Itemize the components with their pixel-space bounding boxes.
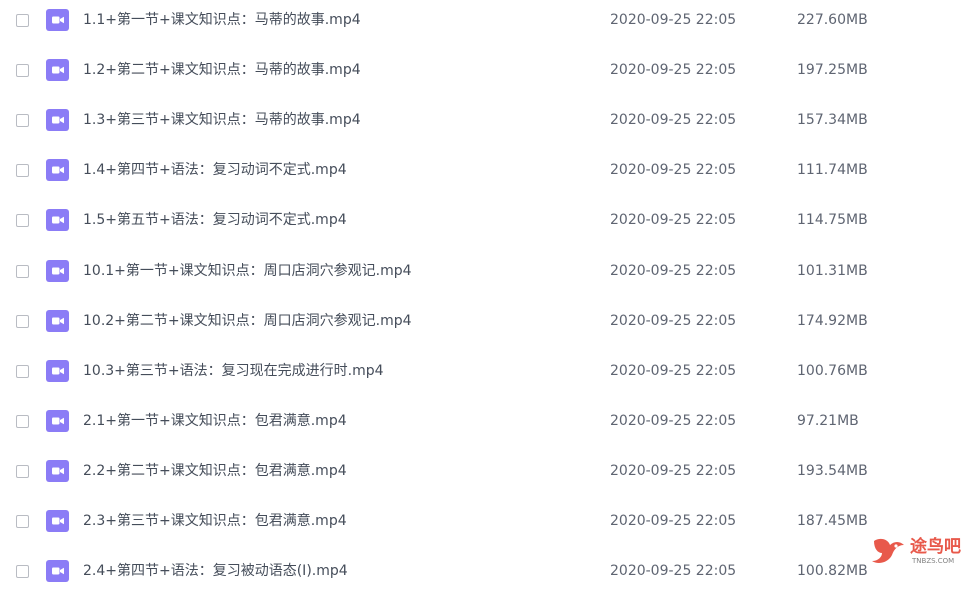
video-file-icon bbox=[46, 9, 69, 31]
file-name[interactable]: 2.3+第三节+课文知识点：包君满意.mp4 bbox=[83, 511, 347, 531]
file-name[interactable]: 1.1+第一节+课文知识点：马蒂的故事.mp4 bbox=[83, 10, 361, 30]
video-file-icon bbox=[46, 409, 69, 432]
video-file-icon bbox=[46, 309, 69, 332]
file-size: 157.34MB bbox=[797, 112, 868, 129]
file-row[interactable]: 2.3+第三节+课文知识点：包君满意.mp4 2020-09-25 22:05 18… bbox=[0, 501, 972, 551]
file-modified-date: 2020-09-25 22:05 bbox=[610, 513, 737, 529]
file-size: 97.21MB bbox=[797, 412, 859, 429]
file-row[interactable]: 10.1+第一节+课文知识点：周口店洞穴参观记.mp4 2020-09-25 22… bbox=[0, 251, 972, 301]
file-row[interactable]: 2.1+第一节+课文知识点：包君满意.mp4 2020-09-25 22:05 97… bbox=[0, 401, 972, 451]
row-checkbox[interactable] bbox=[16, 264, 29, 278]
file-name[interactable]: 1.3+第三节+课文知识点：马蒂的故事.mp4 bbox=[83, 110, 361, 130]
watermark-text: 途鸟吧 bbox=[910, 537, 961, 557]
file-modified-date: 2020-09-25 22:05 bbox=[610, 12, 737, 28]
file-size: 100.82MB bbox=[797, 563, 868, 580]
row-checkbox[interactable] bbox=[16, 14, 29, 27]
video-file-icon bbox=[46, 359, 69, 382]
video-file-icon bbox=[46, 560, 69, 583]
video-file-icon bbox=[46, 459, 69, 482]
file-row[interactable]: 10.3+第三节+语法：复习现在完成进行时.mp4 2020-09-25 22:0… bbox=[0, 351, 972, 401]
file-modified-date: 2020-09-25 22:05 bbox=[610, 262, 737, 279]
row-checkbox[interactable] bbox=[16, 164, 29, 178]
file-row[interactable]: 1.1+第一节+课文知识点：马蒂的故事.mp4 2020-09-25 22:05 2… bbox=[0, 0, 972, 50]
file-row[interactable]: 10.2+第二节+课文知识点：周口店洞穴参观记.mp4 2020-09-25 22… bbox=[0, 301, 972, 351]
file-name[interactable]: 1.2+第二节+课文知识点：马蒂的故事.mp4 bbox=[83, 60, 361, 80]
file-size: 174.92MB bbox=[797, 312, 868, 329]
file-row[interactable]: 1.5+第五节+语法：复习动词不定式.mp4 2020-09-25 22:05 11… bbox=[0, 200, 972, 250]
row-checkbox[interactable] bbox=[16, 515, 29, 528]
file-name[interactable]: 10.1+第一节+课文知识点：周口店洞穴参观记.mp4 bbox=[83, 261, 412, 281]
bird-logo-icon bbox=[872, 538, 904, 563]
file-row[interactable]: 1.2+第二节+课文知识点：马蒂的故事.mp4 2020-09-25 22:05 1… bbox=[0, 50, 972, 100]
watermark: 途鸟吧 TNBZS.COM bbox=[866, 531, 972, 571]
file-name[interactable]: 10.2+第二节+课文知识点：周口店洞穴参观记.mp4 bbox=[83, 311, 412, 331]
video-file-icon bbox=[46, 259, 69, 282]
row-checkbox[interactable] bbox=[16, 64, 29, 78]
file-modified-date: 2020-09-25 22:05 bbox=[610, 162, 737, 179]
row-checkbox[interactable] bbox=[16, 114, 29, 128]
file-row[interactable]: 2.4+第四节+语法：复习被动语态(I).mp4 2020-09-25 22:05… bbox=[0, 551, 972, 601]
file-size: 114.75MB bbox=[797, 212, 868, 229]
file-size: 227.60MB bbox=[797, 12, 868, 28]
file-row[interactable]: 1.4+第四节+语法：复习动词不定式.mp4 2020-09-25 22:05 11… bbox=[0, 150, 972, 200]
file-modified-date: 2020-09-25 22:05 bbox=[610, 563, 737, 580]
video-file-icon bbox=[46, 59, 69, 82]
row-checkbox[interactable] bbox=[16, 414, 29, 428]
video-file-icon bbox=[46, 510, 69, 532]
file-modified-date: 2020-09-25 22:05 bbox=[610, 412, 737, 429]
file-name[interactable]: 2.1+第一节+课文知识点：包君满意.mp4 bbox=[83, 411, 347, 431]
file-modified-date: 2020-09-25 22:05 bbox=[610, 462, 737, 479]
file-modified-date: 2020-09-25 22:05 bbox=[610, 362, 737, 379]
row-checkbox[interactable] bbox=[16, 565, 29, 579]
file-row[interactable]: 2.2+第二节+课文知识点：包君满意.mp4 2020-09-25 22:05 19… bbox=[0, 451, 972, 501]
video-file-icon bbox=[46, 159, 69, 182]
file-name[interactable]: 1.4+第四节+语法：复习动词不定式.mp4 bbox=[83, 160, 347, 180]
file-size: 101.31MB bbox=[797, 262, 868, 279]
file-row[interactable]: 1.3+第三节+课文知识点：马蒂的故事.mp4 2020-09-25 22:05 1… bbox=[0, 100, 972, 150]
watermark-url: TNBZS.COM bbox=[912, 557, 955, 565]
row-checkbox[interactable] bbox=[16, 214, 29, 228]
file-size: 111.74MB bbox=[797, 162, 868, 179]
file-modified-date: 2020-09-25 22:05 bbox=[610, 312, 737, 329]
file-name[interactable]: 10.3+第三节+语法：复习现在完成进行时.mp4 bbox=[83, 361, 384, 381]
video-file-icon bbox=[46, 109, 69, 132]
file-size: 187.45MB bbox=[797, 513, 868, 529]
file-name[interactable]: 2.2+第二节+课文知识点：包君满意.mp4 bbox=[83, 461, 347, 481]
file-size: 193.54MB bbox=[797, 462, 868, 479]
file-name[interactable]: 1.5+第五节+语法：复习动词不定式.mp4 bbox=[83, 210, 347, 230]
row-checkbox[interactable] bbox=[16, 364, 29, 378]
file-size: 100.76MB bbox=[797, 362, 868, 379]
file-modified-date: 2020-09-25 22:05 bbox=[610, 212, 737, 229]
file-modified-date: 2020-09-25 22:05 bbox=[610, 112, 737, 129]
row-checkbox[interactable] bbox=[16, 464, 29, 478]
row-checkbox[interactable] bbox=[16, 314, 29, 328]
video-file-icon bbox=[46, 209, 69, 232]
file-name[interactable]: 2.4+第四节+语法：复习被动语态(I).mp4 bbox=[83, 561, 348, 581]
file-modified-date: 2020-09-25 22:05 bbox=[610, 62, 737, 79]
file-size: 197.25MB bbox=[797, 62, 868, 79]
